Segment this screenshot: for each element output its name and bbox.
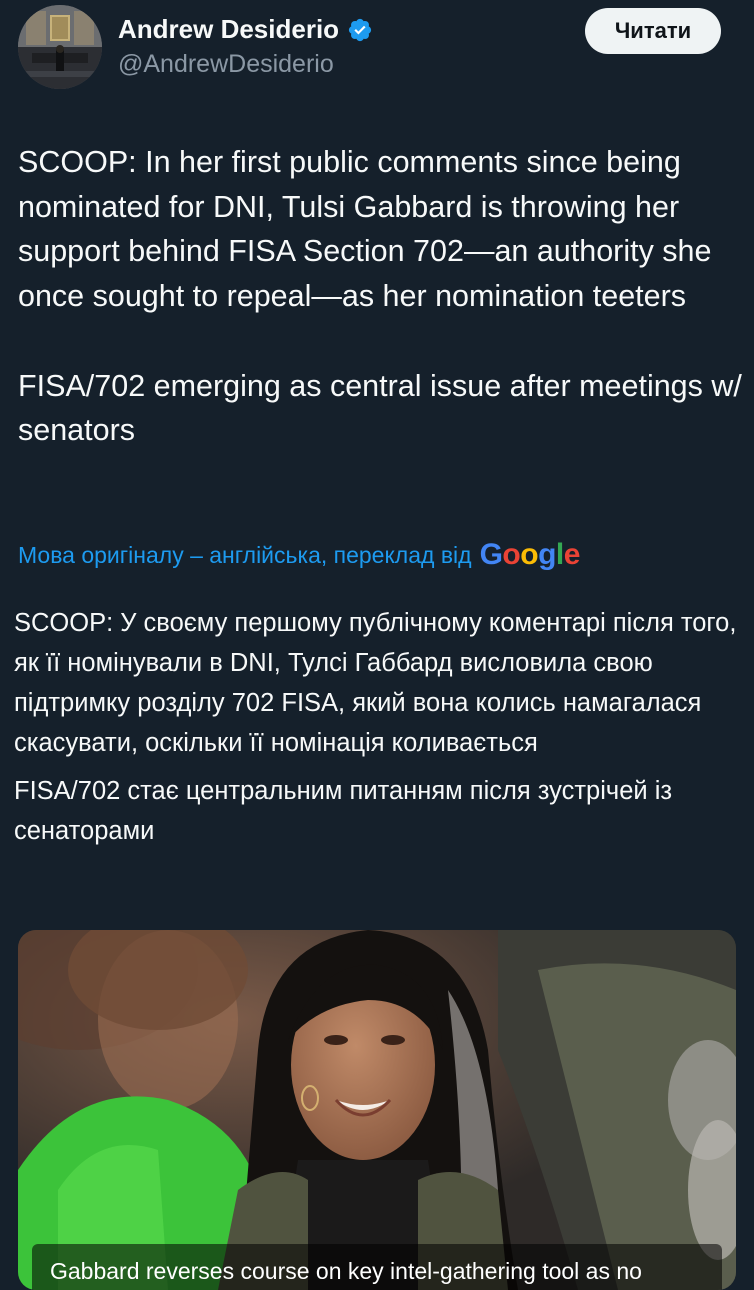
author-name-row[interactable]: Andrew Desiderio — [118, 14, 373, 45]
translated-paragraph: FISA/702 стає центральним питанням після… — [14, 777, 673, 845]
tweet-text: SCOOP: In her first public comments sinc… — [18, 140, 743, 453]
translated-text: SCOOP: У своєму першому публічному комен… — [14, 603, 744, 851]
avatar-image — [18, 5, 102, 89]
avatar[interactable] — [18, 5, 102, 89]
translated-paragraph: SCOOP: У своєму першому публічному комен… — [14, 609, 737, 757]
verified-badge-icon — [348, 18, 372, 41]
translation-notice[interactable]: Мова оригіналу – англійська, переклад ві… — [18, 538, 580, 572]
link-card-photo — [18, 930, 736, 1290]
link-card[interactable]: Gabbard reverses course on key intel-gat… — [18, 930, 736, 1290]
author-handle[interactable]: @AndrewDesiderio — [118, 50, 334, 79]
link-card-caption[interactable]: Gabbard reverses course on key intel-gat… — [32, 1244, 722, 1290]
author-name[interactable]: Andrew Desiderio — [118, 14, 339, 45]
google-logo[interactable]: Google — [480, 538, 581, 572]
tweet-paragraph: FISA/702 emerging as central issue after… — [18, 368, 742, 448]
follow-button[interactable]: Читати — [585, 8, 721, 54]
tweet-paragraph: SCOOP: In her first public comments sinc… — [18, 145, 712, 314]
translation-notice-text[interactable]: Мова оригіналу – англійська, переклад ві… — [18, 542, 472, 569]
